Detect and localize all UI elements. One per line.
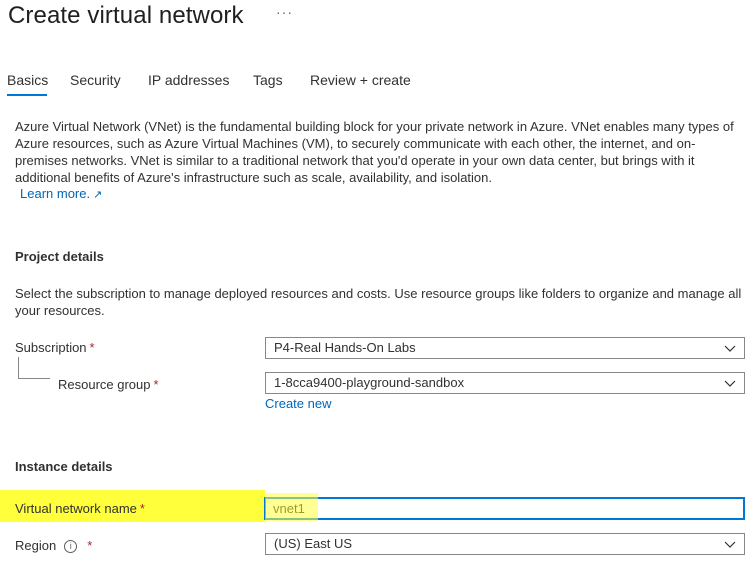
create-new-link[interactable]: Create new: [265, 396, 331, 411]
required-marker: *: [153, 377, 159, 392]
project-details-description: Select the subscription to manage deploy…: [15, 286, 742, 318]
subscription-label-text: Subscription: [15, 340, 87, 355]
active-tab-indicator: [7, 94, 47, 96]
required-marker: *: [87, 538, 93, 553]
required-marker: *: [89, 340, 95, 355]
instance-details-heading: Instance details: [15, 459, 113, 474]
region-label: Region i *: [15, 538, 92, 553]
tree-connector-horizontal: [18, 378, 50, 379]
tab-ip-addresses[interactable]: IP addresses: [148, 70, 229, 90]
intro-text: Azure Virtual Network (VNet) is the fund…: [15, 119, 734, 185]
vnet-name-label-text: Virtual network name: [15, 501, 137, 516]
subscription-value: P4-Real Hands-On Labs: [274, 340, 416, 355]
more-options-icon[interactable]: ···: [276, 4, 293, 20]
vnet-name-input[interactable]: [264, 497, 745, 520]
learn-more-label: Learn more.: [20, 186, 91, 201]
subscription-dropdown[interactable]: P4-Real Hands-On Labs: [265, 337, 745, 359]
required-marker: *: [139, 501, 145, 516]
region-dropdown[interactable]: (US) East US: [265, 533, 745, 555]
tree-connector-vertical: [18, 357, 19, 378]
tab-tags[interactable]: Tags: [253, 70, 283, 90]
info-icon[interactable]: i: [64, 540, 78, 553]
external-link-icon: ↗: [93, 189, 103, 201]
learn-more-link[interactable]: Learn more. ↗: [20, 186, 102, 201]
resource-group-label-text: Resource group: [58, 377, 151, 392]
page-title: Create virtual network: [8, 2, 244, 29]
subscription-label: Subscription *: [15, 340, 95, 355]
vnet-name-label: Virtual network name *: [15, 501, 145, 516]
chevron-down-icon: [724, 380, 736, 387]
resource-group-label: Resource group *: [58, 377, 159, 392]
region-label-text: Region: [15, 538, 57, 553]
region-value: (US) East US: [274, 536, 353, 551]
resource-group-value: 1-8cca9400-playground-sandbox: [274, 375, 465, 390]
resource-group-dropdown[interactable]: 1-8cca9400-playground-sandbox: [265, 372, 745, 394]
chevron-down-icon: [724, 541, 736, 548]
project-details-heading: Project details: [15, 249, 104, 264]
tab-security[interactable]: Security: [70, 70, 121, 90]
tab-basics[interactable]: Basics: [7, 70, 48, 90]
chevron-down-icon: [724, 345, 736, 352]
tab-review-create[interactable]: Review + create: [310, 70, 411, 90]
